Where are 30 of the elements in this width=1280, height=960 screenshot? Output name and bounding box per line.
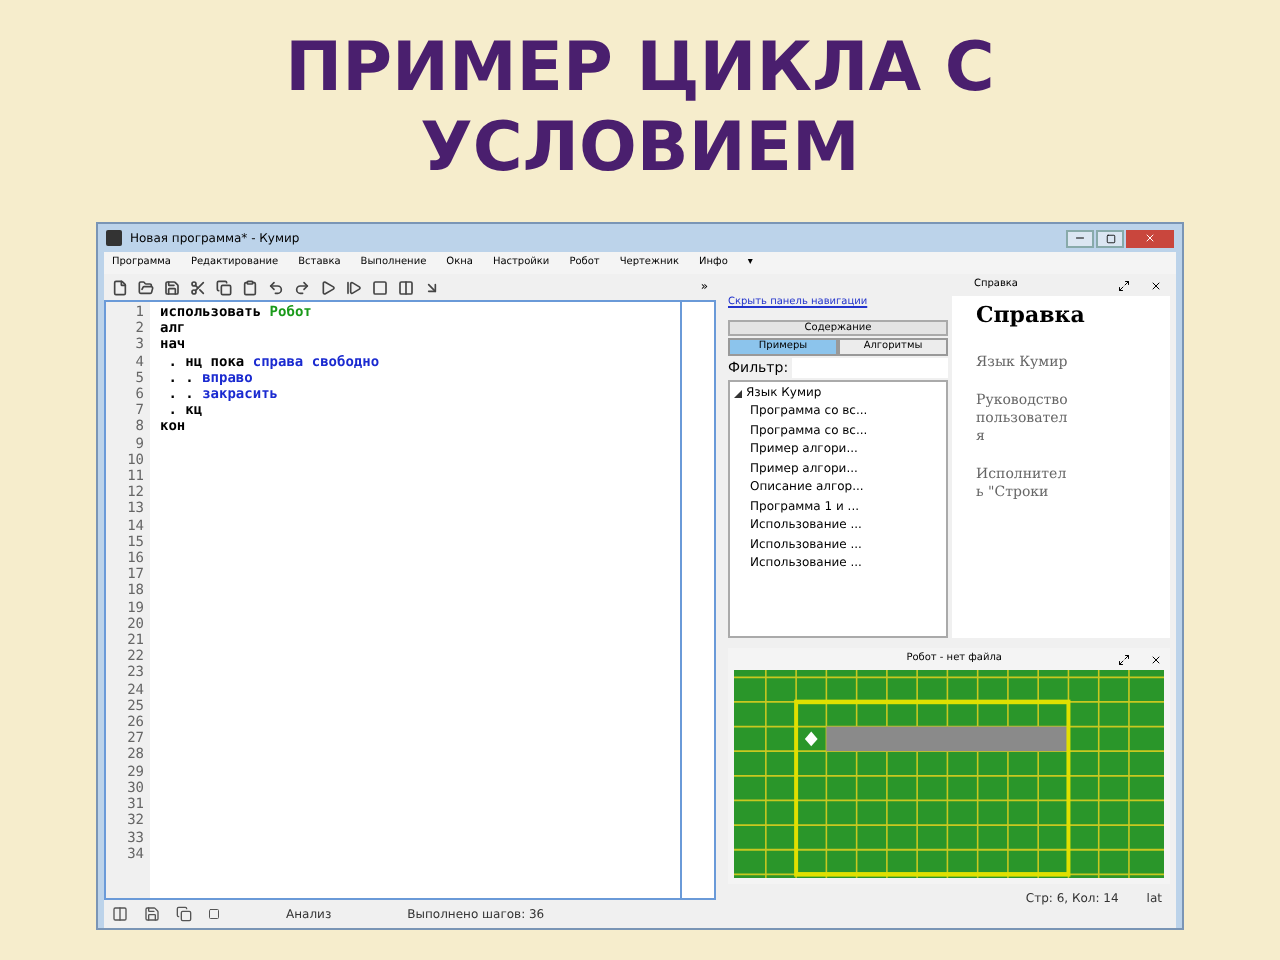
copy-icon[interactable] — [176, 906, 192, 922]
close-icon — [1144, 232, 1156, 244]
filter-field[interactable] — [792, 357, 948, 378]
folder-icon[interactable] — [138, 279, 154, 295]
save-icon[interactable] — [144, 906, 160, 922]
new-file-icon[interactable] — [112, 279, 128, 295]
play-icon[interactable] — [320, 279, 336, 295]
panel-icon[interactable] — [112, 906, 128, 922]
maximize-icon — [1105, 233, 1115, 243]
undo-icon[interactable] — [268, 279, 284, 295]
columns-icon[interactable] — [398, 279, 414, 295]
minimize-icon — [1074, 232, 1086, 244]
expanded-arrow-icon[interactable] — [734, 389, 742, 397]
copy-icon[interactable] — [216, 279, 232, 295]
redo-icon[interactable] — [294, 279, 310, 295]
save-icon[interactable] — [164, 279, 180, 295]
close-icon[interactable] — [1150, 653, 1162, 665]
close-button[interactable] — [1126, 229, 1174, 247]
app-icon — [106, 230, 122, 246]
cut-icon[interactable] — [190, 279, 206, 295]
maximize-button[interactable] — [1096, 229, 1124, 247]
stop-icon[interactable] — [372, 279, 388, 295]
step-icon[interactable] — [346, 279, 362, 295]
close-icon[interactable] — [1150, 279, 1162, 291]
step-into-icon[interactable] — [424, 279, 440, 295]
slide-title: ПРИМЕР ЦИКЛА С УСЛОВИЕМ — [283, 28, 997, 192]
stop-icon[interactable] — [208, 908, 220, 920]
minimize-button[interactable] — [1066, 229, 1094, 247]
help-heading: Справка — [976, 300, 1085, 332]
paste-icon[interactable] — [242, 279, 258, 295]
